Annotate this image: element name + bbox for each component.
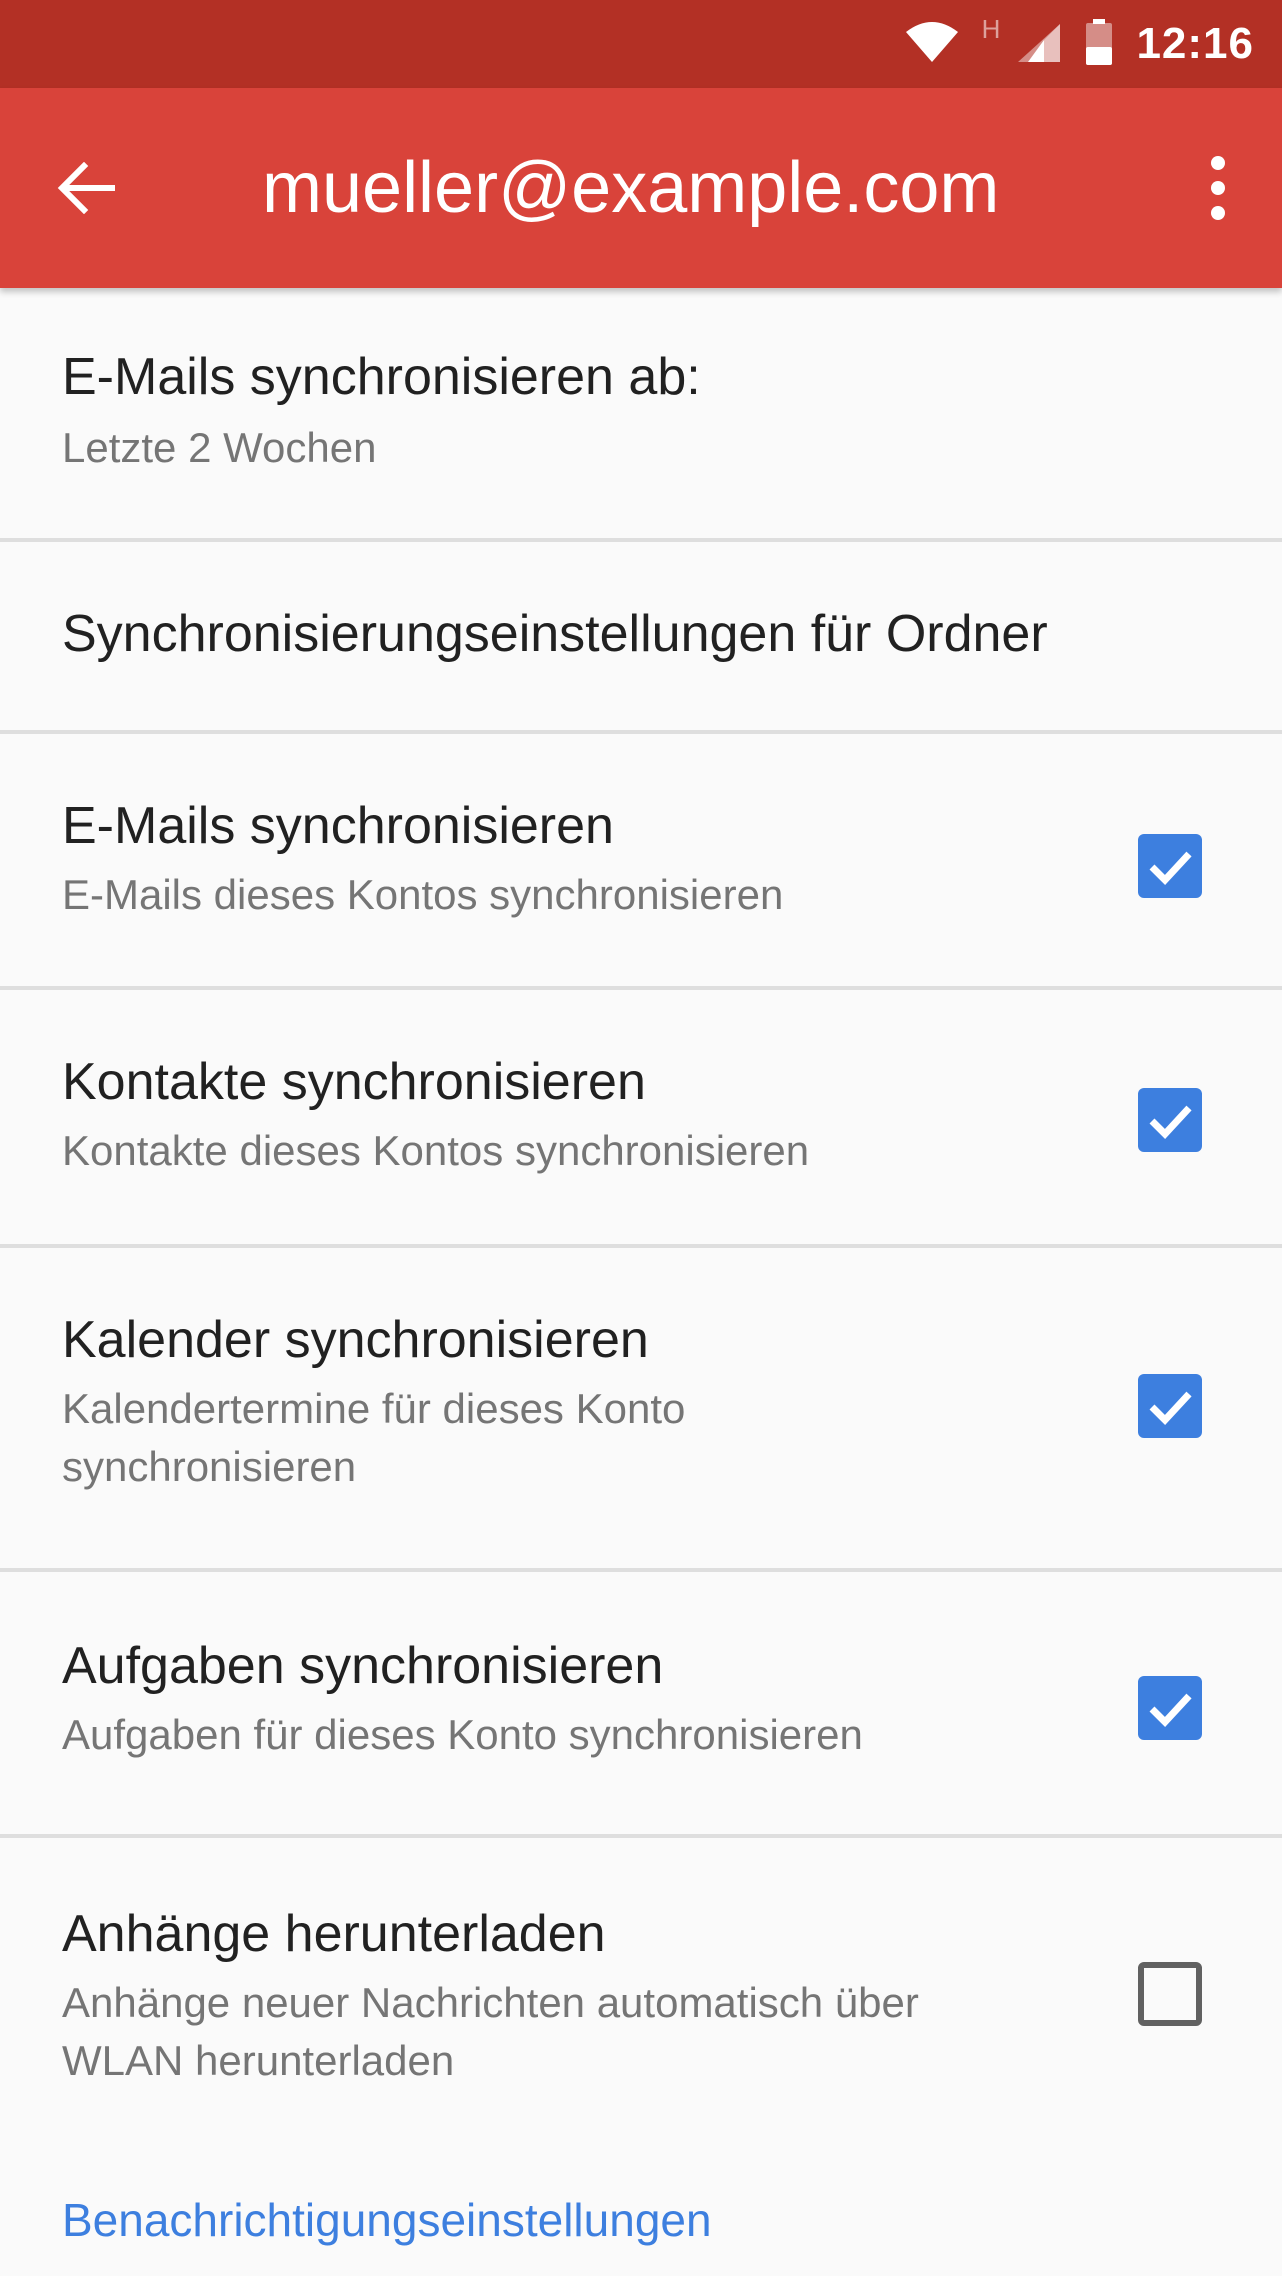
setting-subtitle: Kalendertermine für dieses Konto synchro… — [62, 1385, 686, 1490]
back-button[interactable] — [50, 152, 122, 224]
setting-title: Synchronisierungseinstellungen für Ordne… — [62, 605, 1048, 663]
status-icons: H 12:16 — [904, 0, 1254, 88]
setting-sync-tasks[interactable]: Aufgaben synchronisieren Aufgaben für di… — [0, 1572, 1282, 1834]
setting-sync-range[interactable]: E-Mails synchronisieren ab: Letzte 2 Woc… — [0, 288, 1282, 538]
battery-icon — [1084, 17, 1114, 72]
setting-title: Anhänge herunterladen — [62, 1905, 606, 1963]
arrow-back-icon — [57, 162, 115, 214]
setting-title: Kalender synchronisieren — [62, 1311, 649, 1369]
status-time: 12:16 — [1136, 19, 1254, 68]
check-icon — [1149, 1693, 1192, 1728]
network-type-label: H — [981, 14, 1001, 44]
setting-folder-sync[interactable]: Synchronisierungseinstellungen für Ordne… — [0, 542, 1282, 730]
setting-title: E-Mails synchronisieren — [62, 797, 614, 855]
check-icon — [1149, 1105, 1192, 1140]
setting-sync-email[interactable]: E-Mails synchronisieren E-Mails dieses K… — [0, 734, 1282, 986]
setting-download-attachments[interactable]: Anhänge herunterladen Anhänge neuer Nach… — [0, 1838, 1282, 2128]
setting-subtitle: Aufgaben für dieses Konto synchronisiere… — [62, 1711, 863, 1758]
sync-email-checkbox[interactable] — [1138, 834, 1202, 898]
check-icon — [1149, 1391, 1192, 1426]
wifi-icon — [904, 20, 960, 69]
setting-sync-calendar[interactable]: Kalender synchronisieren Kalendertermine… — [0, 1248, 1282, 1568]
status-bar: H 12:16 — [0, 0, 1282, 88]
setting-sync-contacts[interactable]: Kontakte synchronisieren Kontakte dieses… — [0, 990, 1282, 1244]
check-icon — [1149, 851, 1192, 886]
setting-value: Letzte 2 Wochen — [62, 424, 377, 471]
setting-title: Aufgaben synchronisieren — [62, 1637, 664, 1695]
download-attachments-checkbox[interactable] — [1138, 1962, 1202, 2026]
setting-title: Kontakte synchronisieren — [62, 1053, 646, 1111]
app-bar: mueller@example.com — [0, 88, 1282, 288]
setting-subtitle: E-Mails dieses Kontos synchronisieren — [62, 871, 784, 918]
overflow-menu-button[interactable] — [1188, 144, 1248, 232]
setting-title: E-Mails synchronisieren ab: — [62, 348, 701, 406]
account-title: mueller@example.com — [262, 148, 1000, 228]
setting-subtitle: Kontakte dieses Kontos synchronisieren — [62, 1127, 810, 1174]
setting-subtitle: Anhänge neuer Nachrichten automatisch üb… — [62, 1979, 919, 2084]
sync-tasks-checkbox[interactable] — [1138, 1676, 1202, 1740]
sync-calendar-checkbox[interactable] — [1138, 1374, 1202, 1438]
sync-contacts-checkbox[interactable] — [1138, 1088, 1202, 1152]
more-vert-icon — [1211, 156, 1225, 220]
notification-settings-link[interactable]: Benachrichtigungseinstellungen — [62, 2190, 712, 2250]
signal-icon — [1014, 20, 1062, 69]
